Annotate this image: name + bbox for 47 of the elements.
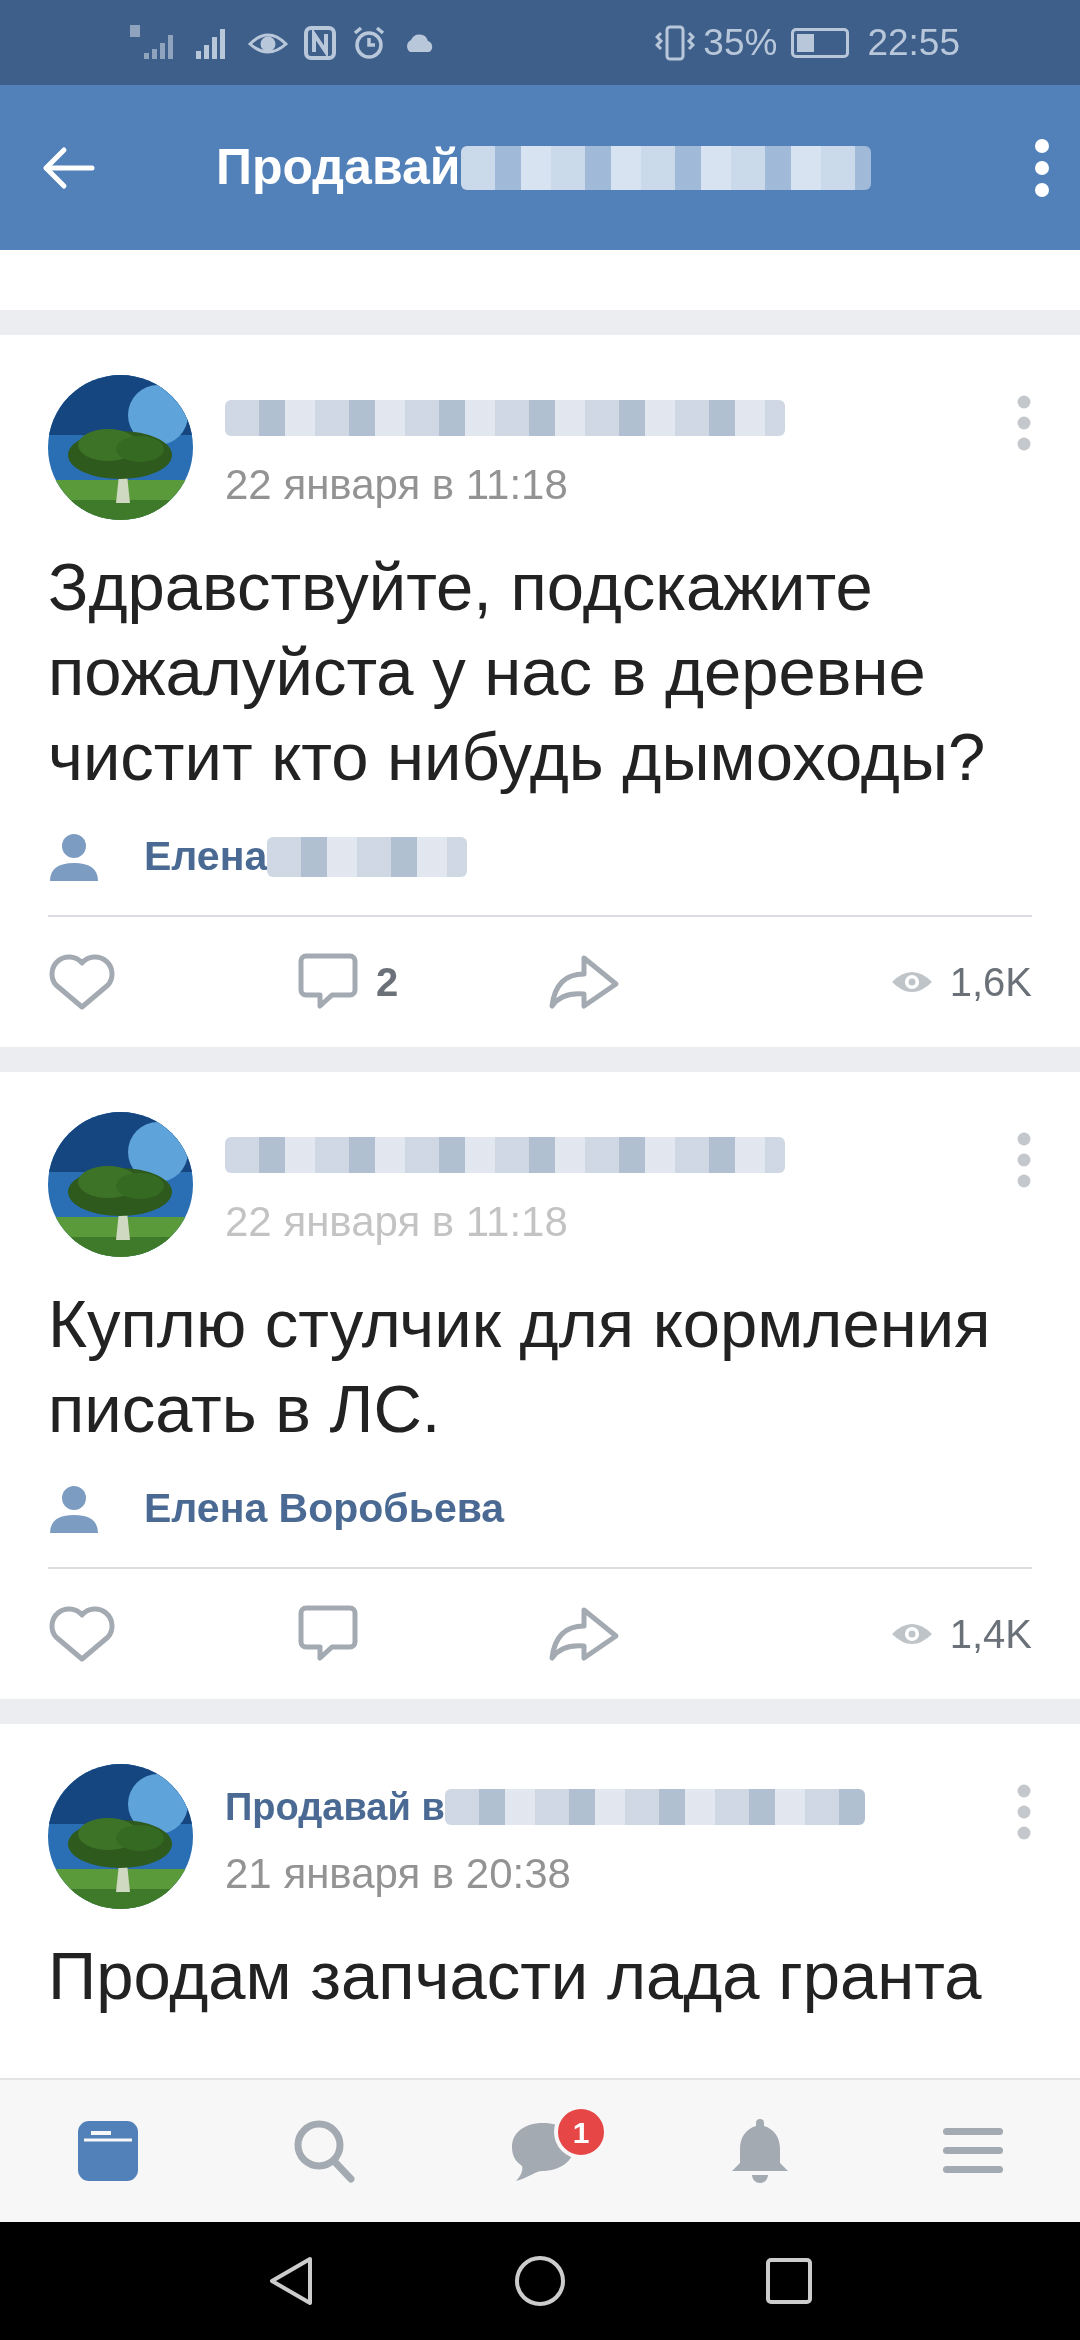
nav-tab[interactable]: 1	[474, 2099, 612, 2203]
system-back-button[interactable]	[268, 2255, 314, 2307]
battery-percent: 35%	[703, 20, 778, 65]
more-button[interactable]	[1016, 1784, 1032, 1840]
post-text: Здравствуйте, подскажите пожалуйста у нас в деревне чистит кто нибудь дымоходы?	[48, 548, 987, 796]
more-button[interactable]	[1016, 395, 1032, 451]
triangle-icon	[268, 2255, 314, 2307]
share-arrow-icon	[548, 954, 620, 1010]
page-title: Продавай	[216, 138, 461, 197]
system-home-button[interactable]	[514, 2255, 566, 2307]
comment-button[interactable]: 2	[298, 952, 548, 1012]
share-button[interactable]	[548, 954, 620, 1010]
share-button[interactable]	[548, 1606, 620, 1662]
speech-bubble-icon	[298, 1604, 358, 1664]
signer-name[interactable]: Елена	[144, 826, 268, 888]
battery-icon	[791, 27, 850, 58]
more-icon	[1016, 1784, 1032, 1840]
post-date: 22 января в 11:18	[225, 1197, 568, 1247]
system-recents-button[interactable]	[766, 2258, 812, 2304]
post-text: Куплю стулчик для кормления писать в ЛС.	[48, 1285, 992, 1448]
share-arrow-icon	[548, 1606, 620, 1662]
author-name[interactable]: Продавай в	[225, 1778, 445, 1836]
post-date: 22 января в 11:18	[225, 460, 568, 510]
person-icon	[48, 1483, 100, 1535]
menu-icon[interactable]	[943, 2128, 1004, 2174]
square-icon	[766, 2258, 812, 2304]
post-text: Продам запчасти лада гранта	[48, 1937, 983, 2015]
more-button[interactable]	[1016, 1132, 1032, 1188]
person-icon	[48, 831, 100, 883]
newsfeed-icon[interactable]	[76, 2120, 139, 2182]
view-count: 1,4K	[949, 1611, 1032, 1658]
heart-icon	[48, 953, 116, 1011]
circle-icon	[514, 2255, 566, 2307]
alarm-icon	[352, 25, 386, 60]
nfc-icon	[304, 25, 336, 60]
heart-icon	[48, 1605, 116, 1663]
view-count: 1,6K	[949, 959, 1032, 1006]
search-icon[interactable]	[292, 2118, 357, 2184]
more-icon	[1034, 137, 1050, 198]
post-date: 21 января в 20:38	[225, 1849, 571, 1899]
more-button[interactable]	[1034, 137, 1050, 198]
speech-bubble-icon	[298, 952, 358, 1012]
comment-count: 2	[376, 959, 399, 1006]
clock-time: 22:55	[867, 20, 960, 65]
more-icon	[1016, 1132, 1032, 1188]
more-icon	[1016, 395, 1032, 451]
signer-name[interactable]: Елена Воробьева	[144, 1478, 505, 1540]
